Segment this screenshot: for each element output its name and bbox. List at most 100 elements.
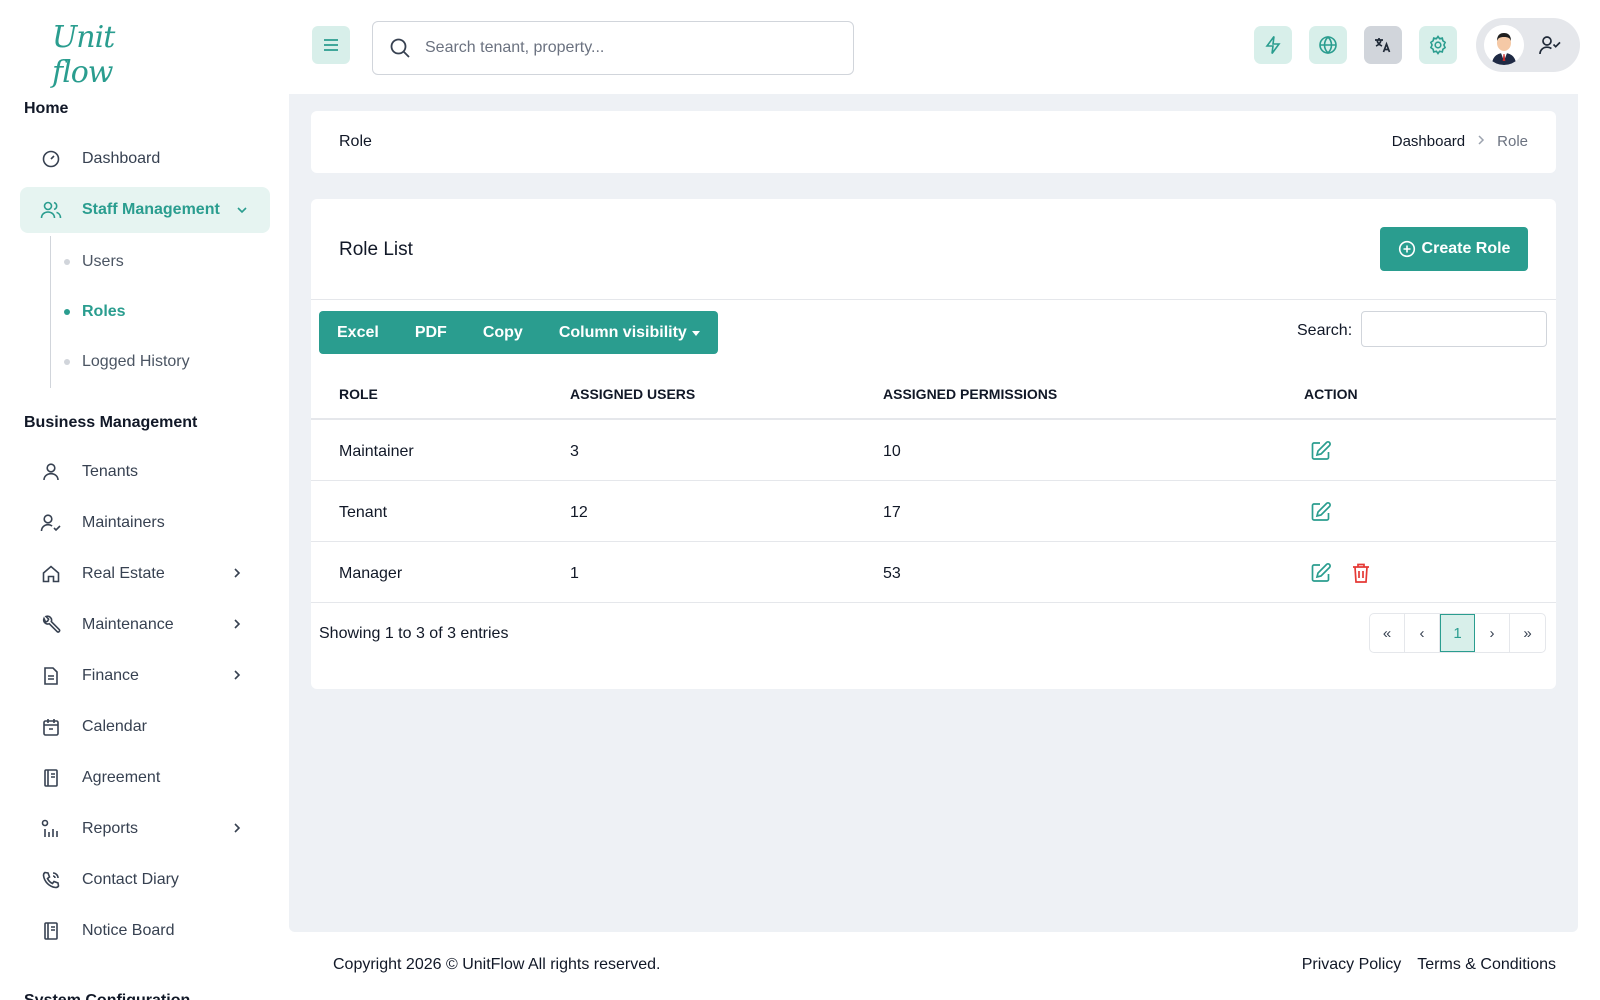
home-icon [40,563,62,585]
edit-icon[interactable] [1309,500,1333,524]
table-search-input[interactable] [1361,311,1547,347]
cell-assigned-permissions: 10 [883,443,901,460]
sidebar-item-label: Maintenance [82,616,174,633]
cell-assigned-users: 12 [570,504,588,521]
sidebar-item-reports[interactable]: Reports [20,806,270,852]
page-1-button[interactable]: 1 [1440,614,1475,652]
user-check-icon [40,512,62,534]
edit-icon[interactable] [1309,439,1333,463]
calendar-icon [40,716,62,738]
logo-text: Unit flow [52,20,115,90]
sidebar-item-label: Real Estate [82,565,165,582]
settings-button[interactable] [1419,26,1457,64]
column-visibility-button[interactable]: Column visibility [541,311,718,354]
cell-assigned-users: 1 [570,565,579,582]
header-divider [311,418,1556,420]
sidebar-item-label: Calendar [82,718,147,735]
avatar [1484,25,1524,65]
sidebar-subitem-users[interactable]: Users [64,247,124,277]
cell-role: Manager [339,565,403,582]
gauge-icon [40,148,62,170]
trash-icon[interactable] [1349,561,1373,585]
entries-info: Showing 1 to 3 of 3 entries [319,625,509,642]
cell-assigned-permissions: 53 [883,565,901,582]
chevron-right-icon [232,566,244,580]
phone-icon [40,869,62,891]
footer-links: Privacy Policy Terms & Conditions [1286,956,1556,974]
chevron-right-icon [232,668,244,682]
subitem-label: Logged History [82,353,190,370]
bullet-icon [64,259,70,265]
excel-button[interactable]: Excel [319,311,397,354]
sidebar-item-maintainers[interactable]: Maintainers [20,500,270,546]
copy-button[interactable]: Copy [465,311,541,354]
quick-actions-button[interactable] [1254,26,1292,64]
sidebar-item-label: Staff Management [82,201,220,218]
search-input[interactable] [425,39,825,57]
pdf-button[interactable]: PDF [397,311,465,354]
wrench-icon [40,614,62,636]
menu-toggle-button[interactable] [312,26,350,64]
next-page-button[interactable]: › [1475,614,1510,652]
edit-icon[interactable] [1309,561,1333,585]
first-page-button[interactable]: « [1370,614,1405,652]
column-header-assigned-users[interactable]: ASSIGNED USERS [570,386,695,402]
column-header-role[interactable]: ROLE [339,386,378,402]
chevron-right-icon [232,617,244,631]
book-icon [40,920,62,942]
main-content: Role Dashboard Role Role List Create Rol… [289,94,1578,932]
last-page-button[interactable]: » [1510,614,1545,652]
subitem-label: Users [82,253,124,270]
sidebar-subitem-roles[interactable]: Roles [64,297,126,327]
profile-menu[interactable] [1476,18,1580,72]
sidebar: Unit flow Home Dashboard Staff Managemen… [0,0,290,1000]
sidebar-item-label: Notice Board [82,922,175,939]
caret-down-icon [691,330,700,336]
chevron-right-icon [232,821,244,835]
divider [311,299,1556,300]
sidebar-item-finance[interactable]: Finance [20,653,270,699]
sidebar-item-staff-management[interactable]: Staff Management [20,187,270,233]
row-divider [311,602,1556,603]
sidebar-subitem-logged-history[interactable]: Logged History [64,347,190,377]
sidebar-item-tenants[interactable]: Tenants [20,449,270,495]
breadcrumb-link-dashboard[interactable]: Dashboard [1392,133,1465,150]
column-visibility-label: Column visibility [558,323,687,341]
search-icon [389,37,411,59]
cell-role: Maintainer [339,443,414,460]
language-button[interactable] [1364,26,1402,64]
terms-link[interactable]: Terms & Conditions [1417,956,1556,974]
privacy-policy-link[interactable]: Privacy Policy [1302,956,1402,974]
bullet-icon [64,309,70,315]
column-header-action: ACTION [1304,386,1358,402]
section-business: Business Management [24,414,198,431]
globe-icon [1318,35,1338,55]
submenu-line [50,236,51,388]
section-system: System Configuration [24,992,190,1000]
document-icon [40,665,62,687]
column-header-assigned-permissions[interactable]: ASSIGNED PERMISSIONS [883,386,1057,402]
sidebar-item-maintenance[interactable]: Maintenance [20,602,270,648]
sidebar-item-dashboard[interactable]: Dashboard [20,136,270,182]
page-title: Role [339,133,372,150]
lightning-icon [1264,35,1282,55]
sidebar-item-agreement[interactable]: Agreement [20,755,270,801]
pagination: « ‹ 1 › » [1369,613,1546,653]
create-role-button[interactable]: Create Role [1380,227,1528,271]
sidebar-item-notice-board[interactable]: Notice Board [20,908,270,954]
role-list-card: Role List Create Role Excel PDF Copy Col… [311,199,1556,689]
sidebar-item-label: Dashboard [82,150,161,167]
sidebar-item-real-estate[interactable]: Real Estate [20,551,270,597]
row-divider [311,480,1556,481]
hamburger-icon [322,38,340,52]
breadcrumb-card: Role Dashboard Role [311,111,1556,173]
sidebar-item-label: Agreement [82,769,161,786]
sidebar-item-contact-diary[interactable]: Contact Diary [20,857,270,903]
sidebar-item-label: Reports [82,820,139,837]
globe-button[interactable] [1309,26,1347,64]
sidebar-item-label: Finance [82,667,139,684]
sidebar-item-calendar[interactable]: Calendar [20,704,270,750]
search-box[interactable] [372,21,854,75]
previous-page-button[interactable]: ‹ [1405,614,1440,652]
brand-logo[interactable]: Unit flow [52,18,172,90]
